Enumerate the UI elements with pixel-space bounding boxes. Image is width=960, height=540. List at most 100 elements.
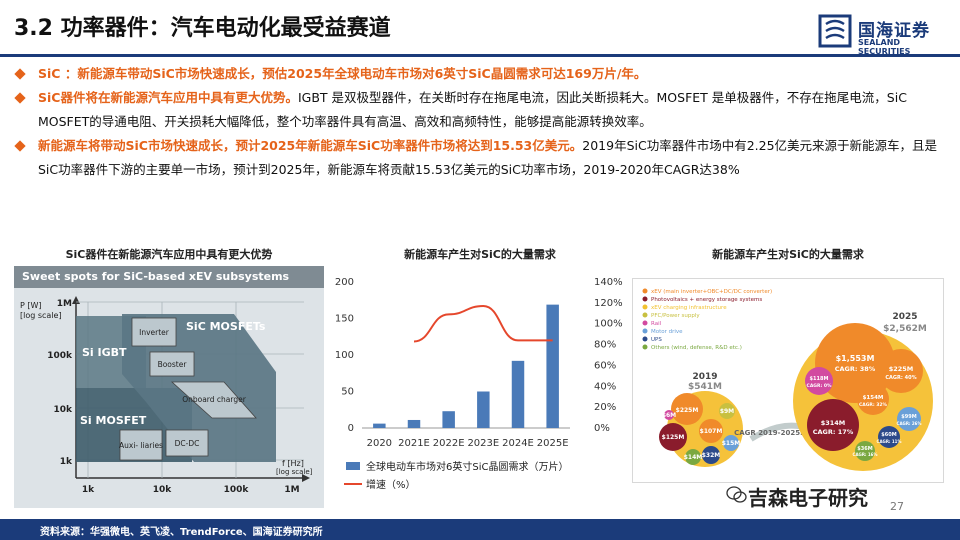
x-tick-label: 2021E [398, 438, 430, 449]
legend-swatch [642, 336, 648, 342]
bubble-label: $118M [810, 376, 829, 382]
label-booster: Booster [158, 360, 188, 369]
bar [407, 419, 421, 428]
y-axis-label-1: P [W] [20, 301, 42, 310]
legend-swatch [642, 344, 648, 350]
x-tick: 1M [284, 485, 299, 495]
bubble-label: CAGR: 32% [859, 402, 888, 408]
logo-icon [818, 14, 852, 48]
bubble-label: CAGR: 0% [807, 383, 832, 389]
bar [442, 411, 455, 428]
legend-label: UPS [651, 337, 662, 343]
legend-bar-label: 全球电动车市场对6英寸SiC晶圆需求（万片） [366, 460, 568, 473]
y-tick-label: 100 [335, 350, 354, 361]
watermark: 吉森电子研究 [748, 486, 868, 510]
year-2025-label: 2025 [892, 312, 917, 322]
y-tick-label: 0 [348, 423, 354, 434]
footer-bar: 资料来源：华强微电、英飞凌、TrendForce、国海证券研究所 [0, 519, 960, 540]
y-tick: 1M [57, 299, 72, 309]
x-tick-label: 2022E [433, 438, 465, 449]
bubble-label: $99M [901, 414, 916, 420]
diamond-icon [14, 92, 26, 104]
legend-swatch [642, 288, 648, 294]
panel3-title: 新能源车产生对SiC的大量需求 [712, 248, 864, 261]
header-divider [0, 54, 960, 57]
bubble-chart-svg: xEV (main inverter+OBC+DC/DC converter) P… [642, 288, 933, 471]
y2-tick-label: 100% [594, 319, 623, 330]
y-tick-label: 150 [335, 314, 354, 325]
label-onboard-charger: Onboard charger [182, 395, 246, 404]
bullet-highlight: SiC ：新能源车带动SiC市场快速成长，预估2025年全球电动车市场对6英寸S… [38, 66, 647, 81]
label-inverter: Inverter [139, 328, 170, 337]
legend-label: Others (wind, defense, R&D etc.) [651, 345, 742, 351]
total-2025-label: $2,562M [883, 324, 927, 334]
bubble-label: $6M [662, 412, 676, 419]
page-number: 27 [890, 500, 904, 513]
company-logo: 国海证券 SEALAND SECURITIES [818, 14, 948, 56]
bubble-label: $125M [662, 434, 685, 441]
source-note: 资料来源：华强微电、英飞凌、TrendForce、国海证券研究所 [40, 527, 323, 538]
y2-tick-label: 60% [594, 360, 616, 371]
diagram-canvas: P [W] [log scale] 1M 100k 10k 1k 1k 10k … [20, 296, 313, 495]
chart-title: 新能源车产生对SiC的大量需求 [404, 248, 556, 261]
legend-label: xEV charging infrastructure [651, 305, 727, 311]
bar [511, 360, 525, 428]
bubble-label: CAGR: 26% [897, 421, 922, 426]
wechat-icon [726, 486, 747, 503]
label-sic-mosfets: SiC MOSFETs [186, 320, 266, 333]
demand-chart-svg: 050100150200 0%20%40%60%80%100%120%140% … [335, 277, 623, 491]
panel1-title: SiC器件在新能源汽车应用中具有更大优势 [65, 248, 273, 261]
bubble-label: CAGR: 40% [885, 375, 916, 381]
total-2019-label: $541M [688, 382, 722, 392]
bubble-label: $225M [889, 365, 914, 373]
year-2019-label: 2019 [692, 372, 717, 382]
bubble-label: $225M [676, 407, 699, 414]
x-tick: 10k [153, 485, 173, 495]
label-dc-dc: DC-DC [175, 439, 200, 448]
bullet-highlight: 新能源车将带动SiC市场快速成长，预计2025年新能源车SiC功率器件市场将达到… [38, 138, 583, 153]
x-tick-label: 2025E [537, 438, 569, 449]
demand-chart: 0 50 100 150 200 0% 20% 40% 60% 80% 100% 120% 140% … [330, 270, 630, 510]
legend-swatch [642, 304, 648, 310]
legend-swatch [642, 312, 648, 318]
legend-label: Photovoltaics + energy storage systems [651, 297, 762, 303]
y-tick: 1k [60, 457, 73, 467]
legend-line-label: 增速（%） [366, 478, 416, 491]
bullet-item: SiC ：新能源车带动SiC市场快速成长，预估2025年全球电动车市场对6英寸S… [14, 62, 944, 86]
legend-swatch [642, 296, 648, 302]
bullet-list: SiC ：新能源车带动SiC市场快速成长，预估2025年全球电动车市场对6英寸S… [14, 62, 944, 182]
legend-label: PFC/Power supply [651, 313, 700, 319]
diamond-icon [14, 140, 26, 152]
y-tick: 100k [47, 351, 73, 361]
diamond-icon [14, 68, 26, 80]
y2-tick-label: 0% [594, 423, 610, 434]
legend-label: Motor drive [651, 329, 683, 335]
x-tick-label: 2023E [467, 438, 499, 449]
bullet-item: SiC器件将在新能源汽车应用中具有更大优势。IGBT 是双极型器件，在关断时存在… [14, 86, 944, 134]
y-tick-label: 200 [335, 277, 354, 288]
x-tick: 100k [224, 485, 250, 495]
bubble-label: $154M [863, 395, 884, 401]
legend-swatch [642, 320, 648, 326]
bubble-label: $107M [700, 428, 723, 435]
bar [477, 391, 490, 428]
legend-label: xEV (main inverter+OBC+DC/DC converter) [651, 289, 772, 295]
label-si-igbt: Si IGBT [82, 346, 127, 359]
y-tick-label: 50 [341, 387, 354, 398]
x-tick-label: 2024E [502, 438, 534, 449]
sic-market-bubble-chart: xEV (main inverter+OBC+DC/DC converter) P… [632, 278, 944, 483]
bubble-label: $314M [821, 419, 846, 427]
y-axis-label-2: [log scale] [20, 311, 62, 320]
bubble-label: $9M [720, 408, 734, 415]
sweet-spots-diagram: Sweet spots for SiC-based xEV subsystems… [14, 266, 324, 508]
x-tick: 1k [82, 485, 95, 495]
bubble-label: $14M [684, 454, 703, 461]
bar [373, 423, 386, 428]
x-tick-label: 2020 [367, 438, 392, 449]
legend-label: Rail [651, 321, 662, 327]
y2-tick-label: 120% [594, 298, 623, 309]
legend-bar-swatch [346, 462, 360, 470]
legend-swatch [642, 328, 648, 334]
bubble-label: $32M [702, 452, 721, 459]
bubble-label: $15M [722, 440, 741, 447]
